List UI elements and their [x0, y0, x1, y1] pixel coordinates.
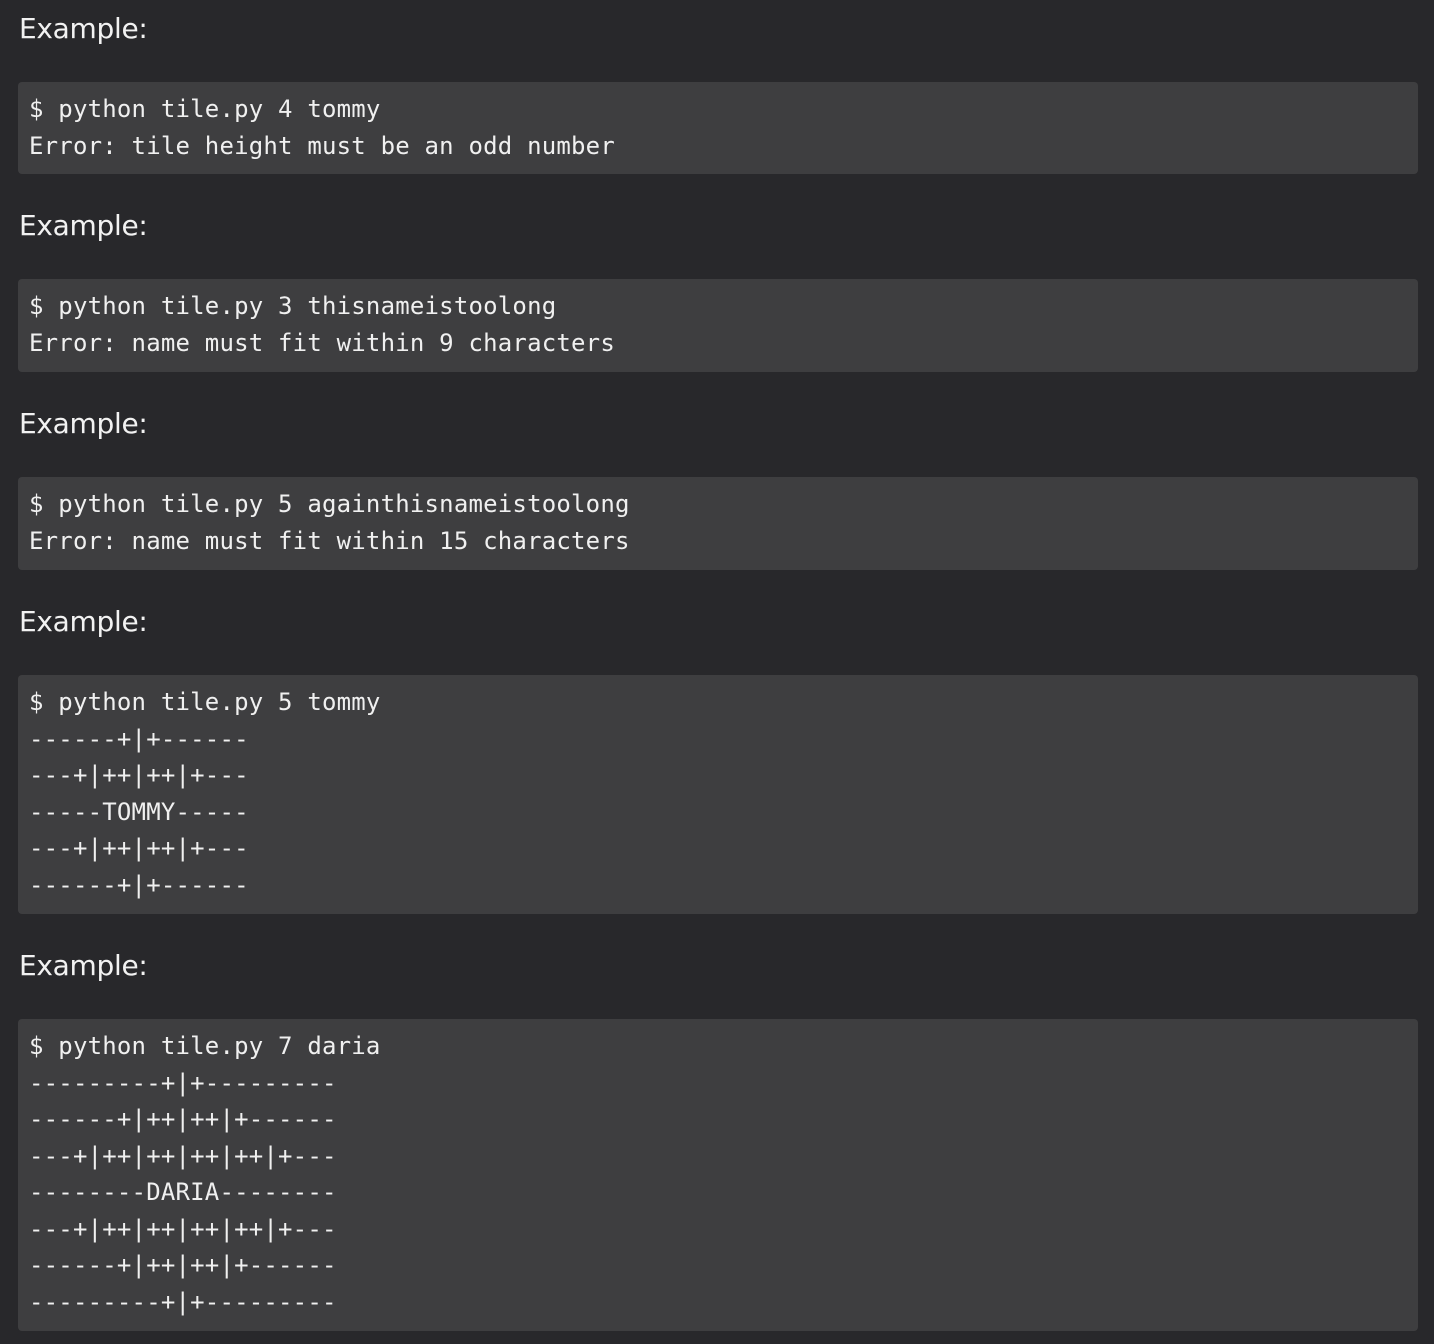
code-line: $ python tile.py 3 thisnameistoolong	[29, 292, 557, 320]
code-line: ---+|++|++|+---	[29, 761, 249, 789]
example-label: Example:	[19, 949, 148, 982]
code-block: $ python tile.py 4 tommy Error: tile heig…	[18, 82, 1418, 174]
code-line: Error: name must fit within 9 characters	[29, 328, 615, 357]
code-line: --------DARIA--------	[29, 1178, 337, 1206]
code-line: ---------+|+---------	[29, 1287, 337, 1316]
example-label: Example:	[19, 605, 148, 638]
example-label: Example:	[19, 407, 148, 440]
code-line: ---------+|+---------	[29, 1068, 337, 1097]
code-line: ------+|+------	[29, 724, 249, 753]
example-label: Example:	[19, 209, 148, 242]
code-line: Error: name must fit within 15 character…	[29, 526, 630, 555]
code-line: $ python tile.py 5 tommy	[29, 688, 381, 716]
code-line: ------+|++|++|+------	[29, 1105, 337, 1133]
code-block: $ python tile.py 5 tommy ------+|+------ -…	[18, 675, 1418, 914]
document: Example: $ python tile.py 4 tommy Error: …	[0, 0, 1434, 1344]
code-block: $ python tile.py 3 thisnameistoolong Erro…	[18, 279, 1418, 372]
code-line: ------+|++|++|+------	[29, 1251, 337, 1279]
code-line: $ python tile.py 7 daria	[29, 1032, 381, 1060]
code-line: $ python tile.py 5 againthisnameistoolon…	[29, 490, 630, 518]
code-line: ---+|++|++|++|++|+---	[29, 1141, 337, 1170]
code-line: $ python tile.py 4 tommy	[29, 95, 381, 123]
code-line: -----TOMMY-----	[29, 797, 249, 826]
code-block: $ python tile.py 7 daria ---------+|+----…	[18, 1019, 1418, 1331]
code-block: $ python tile.py 5 againthisnameistoolon…	[18, 477, 1418, 570]
code-line: ------+|+------	[29, 870, 249, 899]
example-label: Example:	[19, 12, 148, 45]
code-line: Error: tile height must be an odd number	[29, 131, 615, 160]
code-line: ---+|++|++|+---	[29, 834, 249, 862]
code-line: ---+|++|++|++|++|+---	[29, 1214, 337, 1243]
